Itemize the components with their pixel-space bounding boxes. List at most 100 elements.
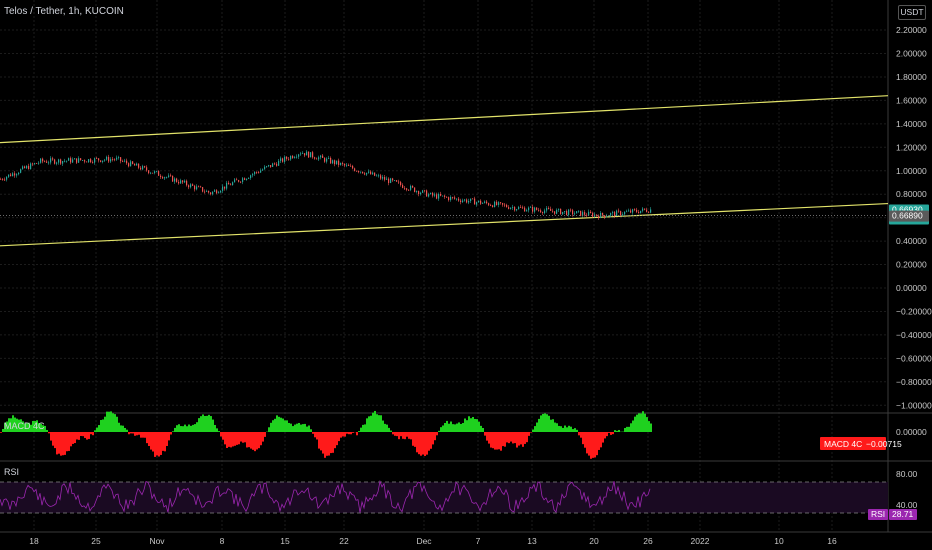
macd-bar (400, 432, 402, 437)
candle-body (412, 185, 414, 188)
macd-bar (156, 432, 158, 456)
candle-body (266, 166, 268, 167)
macd-bar (70, 432, 72, 447)
candle-body (300, 153, 302, 155)
candle-body (170, 175, 172, 177)
candle-body (384, 177, 386, 180)
macd-bar (644, 413, 646, 432)
candle-body (374, 172, 376, 176)
candle-body (116, 157, 118, 160)
candle-body (650, 209, 652, 213)
candle-body (420, 192, 422, 195)
candle-body (362, 171, 364, 174)
macd-bar (274, 418, 276, 432)
candle-body (106, 156, 108, 160)
macd-bar (610, 432, 612, 435)
macd-bar (92, 432, 94, 436)
price-tick: 1.00000 (896, 166, 927, 176)
candle-body (540, 210, 542, 213)
candle-body (18, 172, 20, 175)
candle-body (366, 172, 368, 175)
macd-bar (176, 425, 178, 432)
macd-bar (264, 432, 266, 437)
macd-bar (404, 432, 406, 440)
candle-body (580, 210, 582, 216)
macd-bar (160, 432, 162, 455)
candle-body (262, 169, 264, 171)
time-tick: 18 (29, 536, 39, 546)
candle-body (0, 178, 2, 180)
candle-body (68, 158, 70, 161)
candle-body (484, 201, 486, 203)
macd-bar (106, 411, 108, 432)
chart-canvas[interactable]: 2.20000 2.00000 1.80000 1.60000 1.40000 1.200… (0, 0, 932, 550)
macd-bar (300, 424, 302, 432)
macd-bar (560, 426, 562, 432)
macd-bar (580, 432, 582, 438)
time-tick: 26 (643, 536, 653, 546)
candle-body (344, 163, 346, 166)
candle-body (30, 163, 32, 170)
candle-body (342, 162, 344, 164)
candle-body (294, 157, 296, 159)
macd-bar (88, 432, 90, 439)
candle-body (140, 167, 142, 170)
candle-body (364, 173, 366, 175)
candle-body (322, 155, 324, 158)
candle-body (142, 166, 144, 170)
candle-body (174, 178, 176, 182)
macd-bar (534, 426, 536, 432)
candle-body (8, 174, 10, 177)
candle-body (180, 180, 182, 184)
macd-bar (120, 425, 122, 432)
macd-bar (548, 415, 550, 432)
macd-bar (500, 432, 502, 451)
candle-body (372, 172, 374, 175)
macd-bar (314, 432, 316, 438)
macd-bar (410, 432, 412, 440)
candle-body (606, 216, 608, 218)
macd-bar (134, 432, 136, 436)
candle-body (250, 175, 252, 178)
candle-body (566, 210, 568, 215)
macd-bar (592, 432, 594, 458)
macd-bar (168, 432, 170, 441)
candle-body (472, 198, 474, 200)
candle-body (572, 210, 574, 215)
price-tick: −1.00000 (896, 400, 932, 410)
candle-body (58, 159, 60, 163)
macd-bar (458, 422, 460, 432)
candle-body (308, 151, 310, 158)
candle-body (368, 171, 370, 173)
macd-bar (64, 432, 66, 455)
candle-body (22, 166, 24, 170)
currency-selector[interactable]: USDT (898, 5, 926, 20)
candle-body (494, 201, 496, 208)
macd-bar (216, 428, 218, 432)
candle-body (178, 181, 180, 184)
macd-bar (294, 424, 296, 432)
macd-bar (246, 432, 248, 448)
candle-body (254, 171, 256, 175)
candle-body (530, 206, 532, 208)
macd-bar (154, 432, 156, 457)
macd-bar (546, 414, 548, 432)
candle-body (148, 170, 150, 174)
candle-body (192, 184, 194, 186)
macd-bar (72, 432, 74, 444)
candle-body (432, 192, 434, 196)
macd-bar (556, 423, 558, 432)
candle-body (268, 165, 270, 167)
macd-bar (190, 425, 192, 432)
macd-bar (532, 429, 534, 432)
candle-body (232, 182, 234, 186)
macd-bar (338, 432, 340, 442)
macd-bar (150, 432, 152, 450)
candle-body (16, 174, 18, 176)
macd-bar (378, 415, 380, 432)
macd-bar (432, 432, 434, 445)
candle-body (358, 171, 360, 173)
macd-bar (512, 432, 514, 444)
candle-body (648, 211, 650, 213)
macd-bar (82, 432, 84, 437)
